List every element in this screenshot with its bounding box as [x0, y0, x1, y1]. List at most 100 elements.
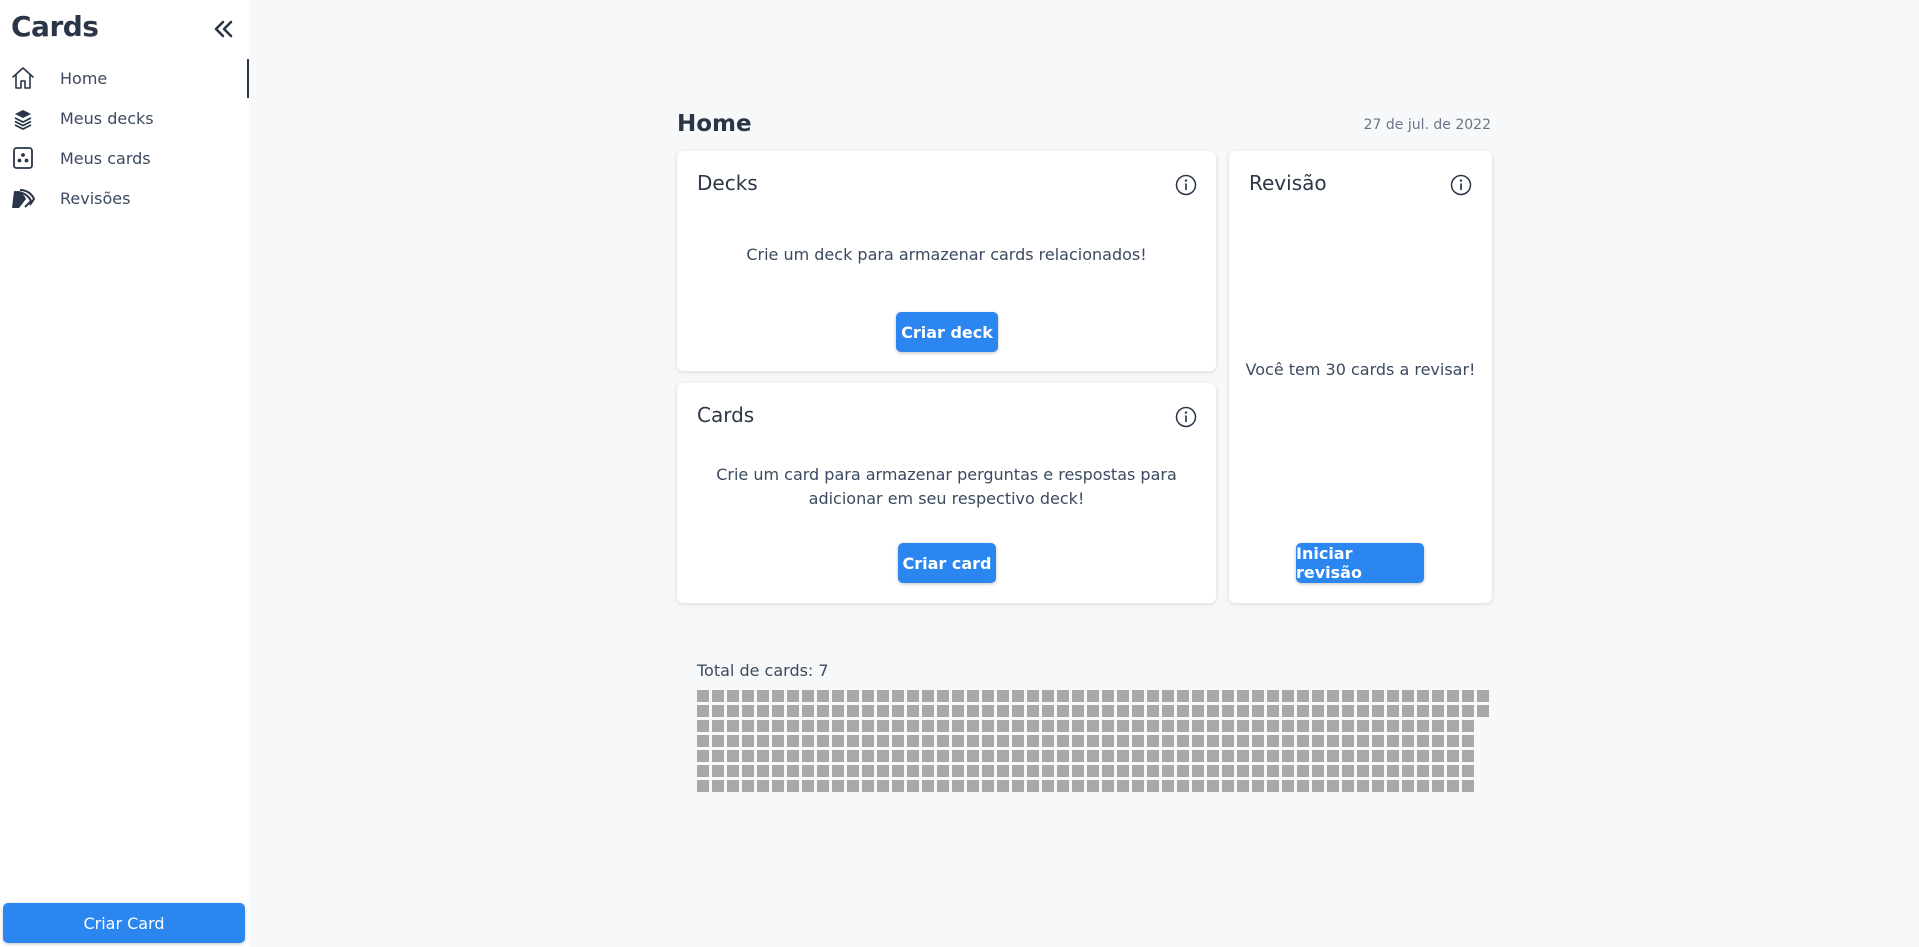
heatmap-cell — [802, 705, 814, 717]
create-card-inline-button[interactable]: Criar card — [898, 543, 996, 583]
heatmap-cell — [697, 690, 709, 702]
heatmap-cell — [1327, 690, 1339, 702]
heatmap-cell — [1222, 780, 1234, 792]
heatmap-cell — [817, 705, 829, 717]
heatmap-cell — [832, 780, 844, 792]
heatmap-cell — [832, 765, 844, 777]
heatmap-cell — [1342, 735, 1354, 747]
heatmap-cell — [1462, 735, 1474, 747]
heatmap-cell — [1312, 720, 1324, 732]
heatmap-cell — [952, 720, 964, 732]
heatmap-cell — [1342, 765, 1354, 777]
heatmap-cell — [1087, 720, 1099, 732]
heatmap-cell — [1057, 705, 1069, 717]
heatmap-cell — [787, 705, 799, 717]
heatmap-cell — [1417, 780, 1429, 792]
heatmap-cell — [1447, 705, 1459, 717]
heatmap-cell — [1087, 780, 1099, 792]
heatmap-cell — [967, 780, 979, 792]
heatmap-cell — [832, 720, 844, 732]
heatmap-cell — [1357, 705, 1369, 717]
heatmap-cell — [742, 735, 754, 747]
heatmap-cell — [1057, 765, 1069, 777]
page-title: Home — [677, 111, 752, 137]
cards-card: Cards Crie um card para armazenar pergun… — [677, 383, 1216, 603]
heatmap-cell — [937, 720, 949, 732]
collapse-sidebar-button[interactable] — [210, 16, 236, 42]
sidebar-item-reviews[interactable]: Revisões — [0, 178, 249, 218]
heatmap-cell — [952, 690, 964, 702]
heatmap-cell — [1012, 780, 1024, 792]
sidebar-item-home[interactable]: Home — [0, 58, 249, 98]
heatmap-cell — [1177, 690, 1189, 702]
heatmap-cell — [982, 780, 994, 792]
review-icon — [12, 189, 35, 208]
heatmap-cell — [1357, 780, 1369, 792]
heatmap-cell — [1087, 765, 1099, 777]
heatmap-cell — [1192, 705, 1204, 717]
heatmap-cell — [1252, 720, 1264, 732]
heatmap-cell — [1432, 750, 1444, 762]
heatmap-cell — [1102, 780, 1114, 792]
heatmap-cell — [892, 765, 904, 777]
decks-card-title: Decks — [697, 171, 758, 195]
heatmap-cell — [817, 720, 829, 732]
heatmap-cell — [1042, 720, 1054, 732]
heatmap-cell — [1177, 765, 1189, 777]
review-card: Revisão Você tem 30 cards a revisar! Ini… — [1229, 151, 1492, 603]
heatmap-cell — [907, 720, 919, 732]
heatmap-cell — [1012, 765, 1024, 777]
sidebar-item-decks[interactable]: Meus decks — [0, 98, 249, 138]
info-icon[interactable] — [1450, 174, 1472, 196]
heatmap-cell — [772, 720, 784, 732]
heatmap-cell — [952, 705, 964, 717]
heatmap-cell — [982, 690, 994, 702]
heatmap-cell — [1102, 765, 1114, 777]
heatmap-cell — [1147, 735, 1159, 747]
create-card-button[interactable]: Criar Card — [3, 903, 245, 943]
heatmap-cell — [787, 735, 799, 747]
heatmap-cell — [1372, 720, 1384, 732]
heatmap-cell — [1237, 735, 1249, 747]
heatmap-cell — [1012, 705, 1024, 717]
heatmap-cell — [1207, 705, 1219, 717]
heatmap-cell — [697, 735, 709, 747]
heatmap-cell — [922, 780, 934, 792]
heatmap-cell — [1327, 735, 1339, 747]
current-date: 27 de jul. de 2022 — [1363, 117, 1491, 133]
heatmap-cell — [1267, 705, 1279, 717]
heatmap-cell — [1222, 705, 1234, 717]
heatmap-cell — [1372, 765, 1384, 777]
heatmap-cell — [1237, 690, 1249, 702]
heatmap-cell — [742, 720, 754, 732]
info-icon[interactable] — [1175, 174, 1197, 196]
heatmap-cell — [1147, 750, 1159, 762]
heatmap-cell — [1222, 720, 1234, 732]
heatmap-cell — [1402, 720, 1414, 732]
heatmap-cell — [1132, 780, 1144, 792]
heatmap-cell — [1267, 765, 1279, 777]
heatmap-cell — [1087, 750, 1099, 762]
heatmap-cell — [1252, 735, 1264, 747]
heatmap-cell — [1357, 720, 1369, 732]
sidebar-item-cards[interactable]: Meus cards — [0, 138, 249, 178]
heatmap-cell — [847, 690, 859, 702]
heatmap-cell — [862, 690, 874, 702]
heatmap-cell — [952, 735, 964, 747]
heatmap-cell — [1282, 690, 1294, 702]
heatmap-cell — [1132, 705, 1144, 717]
heatmap-cell — [787, 690, 799, 702]
heatmap-cell — [1462, 690, 1474, 702]
heatmap-cell — [1387, 750, 1399, 762]
heatmap-cell — [1042, 765, 1054, 777]
start-review-button[interactable]: Iniciar revisão — [1296, 543, 1424, 583]
heatmap-cell — [862, 720, 874, 732]
double-chevron-left-icon — [214, 20, 233, 38]
heatmap-cell — [712, 750, 724, 762]
heatmap-cell — [1402, 705, 1414, 717]
heatmap-cell — [1327, 765, 1339, 777]
info-icon[interactable] — [1175, 406, 1197, 428]
create-deck-button[interactable]: Criar deck — [896, 312, 998, 352]
heatmap-cell — [1462, 780, 1474, 792]
heatmap-cell — [1207, 765, 1219, 777]
